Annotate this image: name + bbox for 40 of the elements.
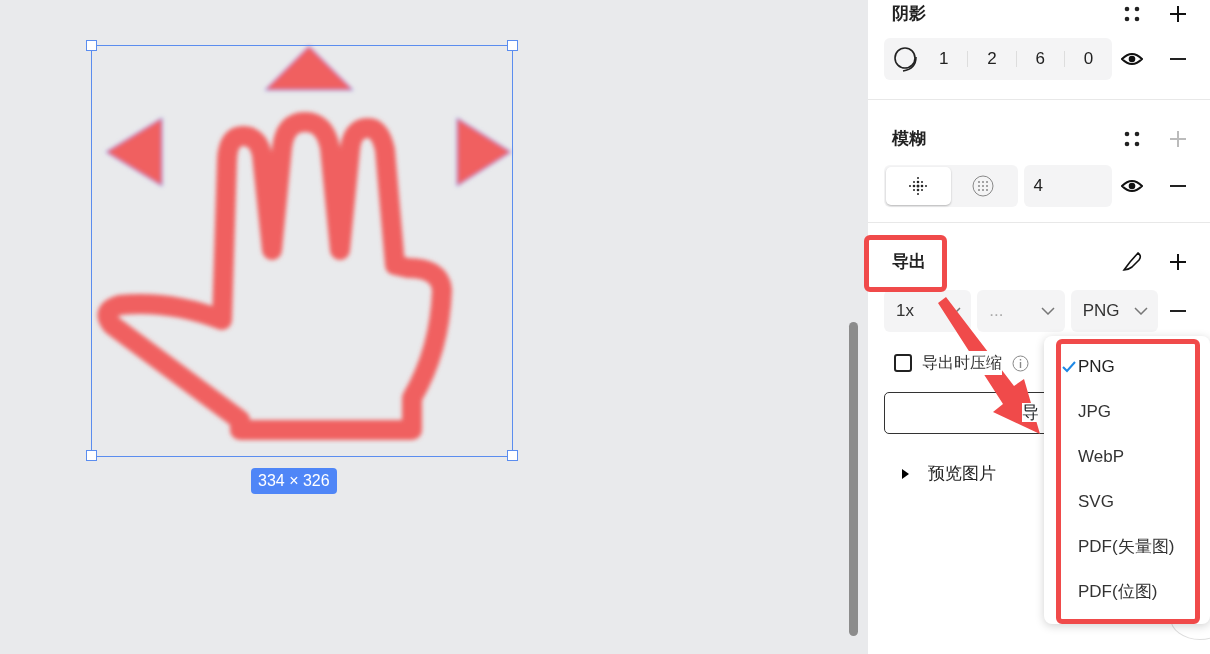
dotted-circle-icon xyxy=(972,175,995,197)
shadow-value: 6 xyxy=(1034,48,1046,71)
section-title: 阴影 xyxy=(891,3,927,26)
chevron-down-icon xyxy=(1040,307,1055,315)
drag-handle-icon[interactable] xyxy=(1124,131,1140,147)
visibility-icon[interactable] xyxy=(1121,51,1143,67)
checkbox-label: 导出时压缩 xyxy=(922,351,1002,375)
menu-item[interactable]: WebP xyxy=(1061,434,1195,479)
remove-icon[interactable] xyxy=(1169,57,1187,61)
add-icon[interactable] xyxy=(1169,253,1187,271)
menu-item[interactable]: PNG xyxy=(1061,344,1195,389)
dot-grid-icon xyxy=(907,175,930,197)
menu-item[interactable]: PDF(矢量图) xyxy=(1061,524,1195,569)
chevron-down-icon xyxy=(1134,307,1148,315)
menu-item[interactable]: SVG xyxy=(1061,479,1195,524)
shadow-value: 2 xyxy=(986,48,998,71)
shadow-value: 0 xyxy=(1082,48,1095,71)
menu-item[interactable]: JPG xyxy=(1061,389,1195,434)
drag-handle-icon[interactable] xyxy=(1124,6,1140,22)
remove-icon[interactable] xyxy=(1169,309,1187,313)
layer-blur-tab[interactable] xyxy=(886,167,951,205)
shadow-value: 1 xyxy=(937,48,950,71)
pen-icon[interactable] xyxy=(1121,251,1143,273)
info-icon xyxy=(1012,354,1029,372)
remove-icon[interactable] xyxy=(1169,184,1187,188)
blur-value-field[interactable]: 4 xyxy=(1023,165,1112,207)
checkmark-icon xyxy=(1062,360,1076,373)
preview-label[interactable]: 预览图片 xyxy=(928,461,996,487)
caret-right-icon[interactable] xyxy=(900,469,910,479)
menu-item[interactable]: PDF(位图) xyxy=(1061,569,1195,614)
dimension-label: 334 × 326 xyxy=(251,468,337,494)
format-dropdown[interactable]: PNG xyxy=(1070,290,1158,332)
shadow-values-field[interactable]: 1 2 6 0 xyxy=(884,38,1112,80)
section-title: 导出 xyxy=(891,251,927,274)
shadow-type-icon[interactable] xyxy=(892,45,920,73)
add-icon[interactable] xyxy=(1169,5,1187,23)
scrollbar[interactable] xyxy=(849,322,858,636)
section-title: 模糊 xyxy=(891,128,927,151)
checkbox[interactable] xyxy=(894,354,912,372)
visibility-icon[interactable] xyxy=(1121,178,1143,194)
